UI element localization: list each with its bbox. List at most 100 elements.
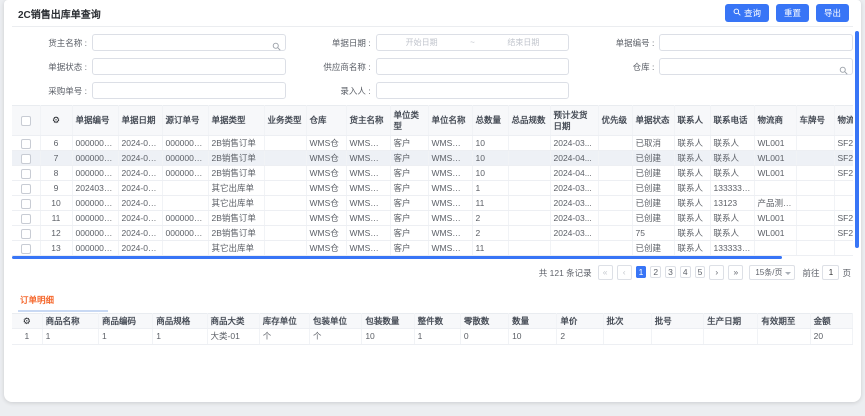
table-cell: 2B销售订单 xyxy=(208,136,264,151)
orders-column-header: 单位名称 xyxy=(428,106,472,136)
table-row[interactable]: 92024033...2024-03...其它出库单WMS仓WMS货主客户WMS… xyxy=(12,181,853,196)
date-range-separator: ~ xyxy=(470,38,475,47)
pagination-page-button[interactable]: 5 xyxy=(695,266,706,278)
entry-person-label: 录入人 : xyxy=(296,85,376,97)
field-warehouse: 仓库 : xyxy=(579,58,853,75)
pagination-page-button[interactable]: 3 xyxy=(665,266,676,278)
row-checkbox[interactable] xyxy=(21,229,31,239)
pagination-next-button[interactable]: › xyxy=(709,265,724,280)
table-cell: WMS货主 xyxy=(346,136,390,151)
goto-page-input[interactable] xyxy=(822,265,839,280)
pagination-first-button[interactable]: « xyxy=(598,265,613,280)
pagination-last-button[interactable]: » xyxy=(728,265,743,280)
table-row[interactable]: 1111大类-01个个101010220 xyxy=(12,329,853,345)
pagination-page-button[interactable]: 4 xyxy=(680,266,691,278)
detail-table-wrap: ⚙商品名称商品编码商品规格商品大类库存单位包装单位包装数量整件数零散数数量单价批… xyxy=(12,312,853,345)
pagination: 共 121 条记录 « ‹ 12345 › » 15条/页 前往 页 xyxy=(12,260,853,284)
chevron-left-icon: ‹ xyxy=(623,267,626,277)
table-cell: 联系人 xyxy=(674,166,710,181)
table-cell xyxy=(598,196,632,211)
table-row[interactable]: 1300000000...2024-03...其它出库单WMS仓WMS货主客户W… xyxy=(12,241,853,256)
query-button[interactable]: 查询 xyxy=(725,4,769,22)
row-checkbox[interactable] xyxy=(21,199,31,209)
vertical-scrollbar[interactable] xyxy=(855,31,859,248)
warehouse-input[interactable] xyxy=(665,62,847,71)
row-seq: 9 xyxy=(40,181,72,196)
search-icon[interactable] xyxy=(272,38,281,56)
table-cell: 联系人 xyxy=(674,226,710,241)
column-settings-gear-icon[interactable]: ⚙ xyxy=(23,316,31,326)
table-cell: WMS货主 xyxy=(346,166,390,181)
page-size-select[interactable]: 15条/页 xyxy=(749,265,795,280)
table-row[interactable]: 1000000000...2024-03...其它出库单WMS仓WMS货主客户W… xyxy=(12,196,853,211)
doc-date-end-input[interactable] xyxy=(483,38,563,47)
table-cell: 联系人 xyxy=(674,136,710,151)
table-row[interactable]: 700000000...2024-04...00000000...2B销售订单W… xyxy=(12,151,853,166)
purchase-no-input[interactable] xyxy=(98,86,280,95)
reset-button[interactable]: 重置 xyxy=(776,4,809,22)
table-cell xyxy=(264,166,306,181)
table-cell xyxy=(796,136,834,151)
table-cell: WMS仓 xyxy=(306,241,346,256)
table-cell: 已创建 xyxy=(632,196,674,211)
table-row[interactable]: 800000000...2024-04...00000000...2B销售订单W… xyxy=(12,166,853,181)
entry-person-input[interactable] xyxy=(382,86,564,95)
table-cell xyxy=(796,241,834,256)
table-cell xyxy=(796,226,834,241)
table-cell: 2 xyxy=(557,329,603,345)
orders-column-header: 预计发货日期 xyxy=(550,106,598,136)
pagination-page-button[interactable]: 1 xyxy=(636,266,647,278)
tab-order-detail[interactable]: 订单明细 xyxy=(18,292,56,310)
pagination-prev-button[interactable]: ‹ xyxy=(617,265,632,280)
owner-name-input[interactable] xyxy=(98,38,280,47)
table-cell: SF2 xyxy=(834,211,853,226)
row-checkbox[interactable] xyxy=(21,214,31,224)
table-cell: 1 xyxy=(42,329,98,345)
row-seq: 11 xyxy=(40,211,72,226)
table-cell xyxy=(834,196,853,211)
table-cell: 2024-03... xyxy=(118,211,162,226)
export-button[interactable]: 导出 xyxy=(816,4,849,22)
table-cell: WMS货主 xyxy=(346,151,390,166)
search-icon[interactable] xyxy=(839,62,848,80)
table-cell xyxy=(508,226,550,241)
table-row[interactable]: 1200000000...2024-03...00000000...2B销售订单… xyxy=(12,226,853,241)
table-cell xyxy=(508,136,550,151)
table-cell: WMS仓 xyxy=(306,136,346,151)
table-cell: 2B销售订单 xyxy=(208,166,264,181)
row-checkbox[interactable] xyxy=(21,184,31,194)
table-cell: 联系人 xyxy=(710,151,754,166)
column-settings-gear-icon[interactable]: ⚙ xyxy=(52,115,60,125)
supplier-name-input[interactable] xyxy=(382,62,564,71)
table-cell xyxy=(598,151,632,166)
select-all-checkbox[interactable] xyxy=(21,116,31,126)
pagination-page-button[interactable]: 2 xyxy=(650,266,661,278)
table-row[interactable]: 600000000...2024-04...00000000...2B销售订单W… xyxy=(12,136,853,151)
doc-no-input[interactable] xyxy=(665,38,847,47)
table-cell: 产品测试... xyxy=(754,196,796,211)
detail-column-header: 包装单位 xyxy=(310,314,362,329)
table-cell: 00000000... xyxy=(72,211,118,226)
table-cell: 1333333... xyxy=(710,181,754,196)
table-cell: 联系人 xyxy=(710,136,754,151)
horizontal-scrollbar[interactable] xyxy=(12,256,782,259)
table-cell: 00000000... xyxy=(72,241,118,256)
table-cell xyxy=(264,136,306,151)
row-checkbox[interactable] xyxy=(21,139,31,149)
warehouse-label: 仓库 : xyxy=(579,61,659,73)
row-checkbox[interactable] xyxy=(21,154,31,164)
doc-status-input[interactable] xyxy=(98,62,280,71)
table-cell: 2024-03... xyxy=(118,226,162,241)
row-checkbox[interactable] xyxy=(21,244,31,254)
doc-date-start-input[interactable] xyxy=(382,38,462,47)
doc-date-label: 单据日期 : xyxy=(296,37,376,49)
table-cell xyxy=(598,226,632,241)
table-cell: 2024-03... xyxy=(118,241,162,256)
row-checkbox[interactable] xyxy=(21,169,31,179)
table-row[interactable]: 1100000000...2024-03...00000000...2B销售订单… xyxy=(12,211,853,226)
doc-date-range[interactable]: ~ xyxy=(376,34,570,51)
toolbar: 查询 重置 导出 xyxy=(725,4,853,22)
orders-column-header: 物流单号 xyxy=(834,106,853,136)
table-cell: WMS仓 xyxy=(306,226,346,241)
table-cell: 2 xyxy=(472,211,508,226)
